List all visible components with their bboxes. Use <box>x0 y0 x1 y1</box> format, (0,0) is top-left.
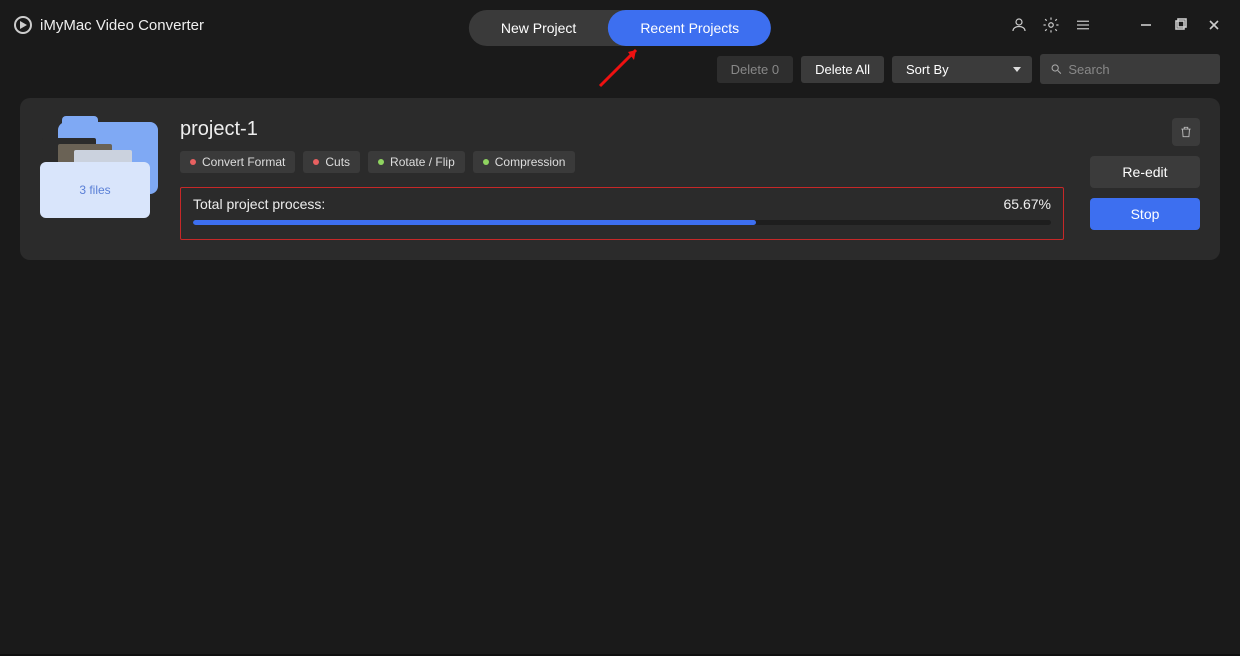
maximize-button[interactable] <box>1168 13 1192 37</box>
content-area: 3 files project-1 Convert Format Cuts Ro… <box>0 94 1240 654</box>
sort-by-dropdown[interactable]: Sort By <box>892 56 1032 83</box>
progress-percent: 65.67% <box>1004 196 1051 212</box>
titlebar-right <box>1008 13 1226 37</box>
project-thumbnail: 3 files <box>40 118 160 218</box>
chevron-down-icon <box>1012 64 1022 74</box>
app-logo-icon <box>14 16 32 34</box>
dot-icon <box>483 159 489 165</box>
search-field[interactable] <box>1040 54 1220 84</box>
project-card: 3 files project-1 Convert Format Cuts Ro… <box>20 98 1220 260</box>
reedit-button[interactable]: Re-edit <box>1090 156 1200 188</box>
minimize-button[interactable] <box>1134 13 1158 37</box>
search-icon <box>1050 62 1062 76</box>
project-title: project-1 <box>180 118 1064 141</box>
account-icon[interactable] <box>1008 14 1030 36</box>
main-tabs: New Project Recent Projects <box>469 10 771 46</box>
tag-rotate-flip: Rotate / Flip <box>368 151 465 173</box>
file-count-label: 3 files <box>40 162 150 218</box>
progress-label: Total project process: <box>193 196 325 212</box>
tab-recent-projects[interactable]: Recent Projects <box>608 10 771 46</box>
project-actions: Re-edit Stop <box>1080 118 1200 240</box>
delete-all-button[interactable]: Delete All <box>801 56 884 83</box>
close-button[interactable] <box>1202 13 1226 37</box>
tag-cuts: Cuts <box>303 151 360 173</box>
progress-box: Total project process: 65.67% <box>180 187 1064 240</box>
menu-icon[interactable] <box>1072 14 1094 36</box>
tag-compression: Compression <box>473 151 576 173</box>
project-tags: Convert Format Cuts Rotate / Flip Compre… <box>180 151 1064 173</box>
trash-icon <box>1179 125 1193 139</box>
titlebar: iMyMac Video Converter New Project Recen… <box>0 0 1240 50</box>
project-body: project-1 Convert Format Cuts Rotate / F… <box>180 118 1064 240</box>
progress-bar <box>193 220 1051 225</box>
tab-new-project[interactable]: New Project <box>469 10 608 46</box>
delete-selected-button[interactable]: Delete 0 <box>717 56 793 83</box>
sort-by-label: Sort By <box>906 62 949 77</box>
search-input[interactable] <box>1068 62 1210 77</box>
progress-bar-fill <box>193 220 756 225</box>
settings-icon[interactable] <box>1040 14 1062 36</box>
app-title: iMyMac Video Converter <box>40 17 204 34</box>
dot-icon <box>378 159 384 165</box>
stop-button[interactable]: Stop <box>1090 198 1200 230</box>
action-toolbar: Delete 0 Delete All Sort By <box>0 50 1240 94</box>
tag-convert-format: Convert Format <box>180 151 295 173</box>
dot-icon <box>313 159 319 165</box>
dot-icon <box>190 159 196 165</box>
delete-project-button[interactable] <box>1172 118 1200 146</box>
